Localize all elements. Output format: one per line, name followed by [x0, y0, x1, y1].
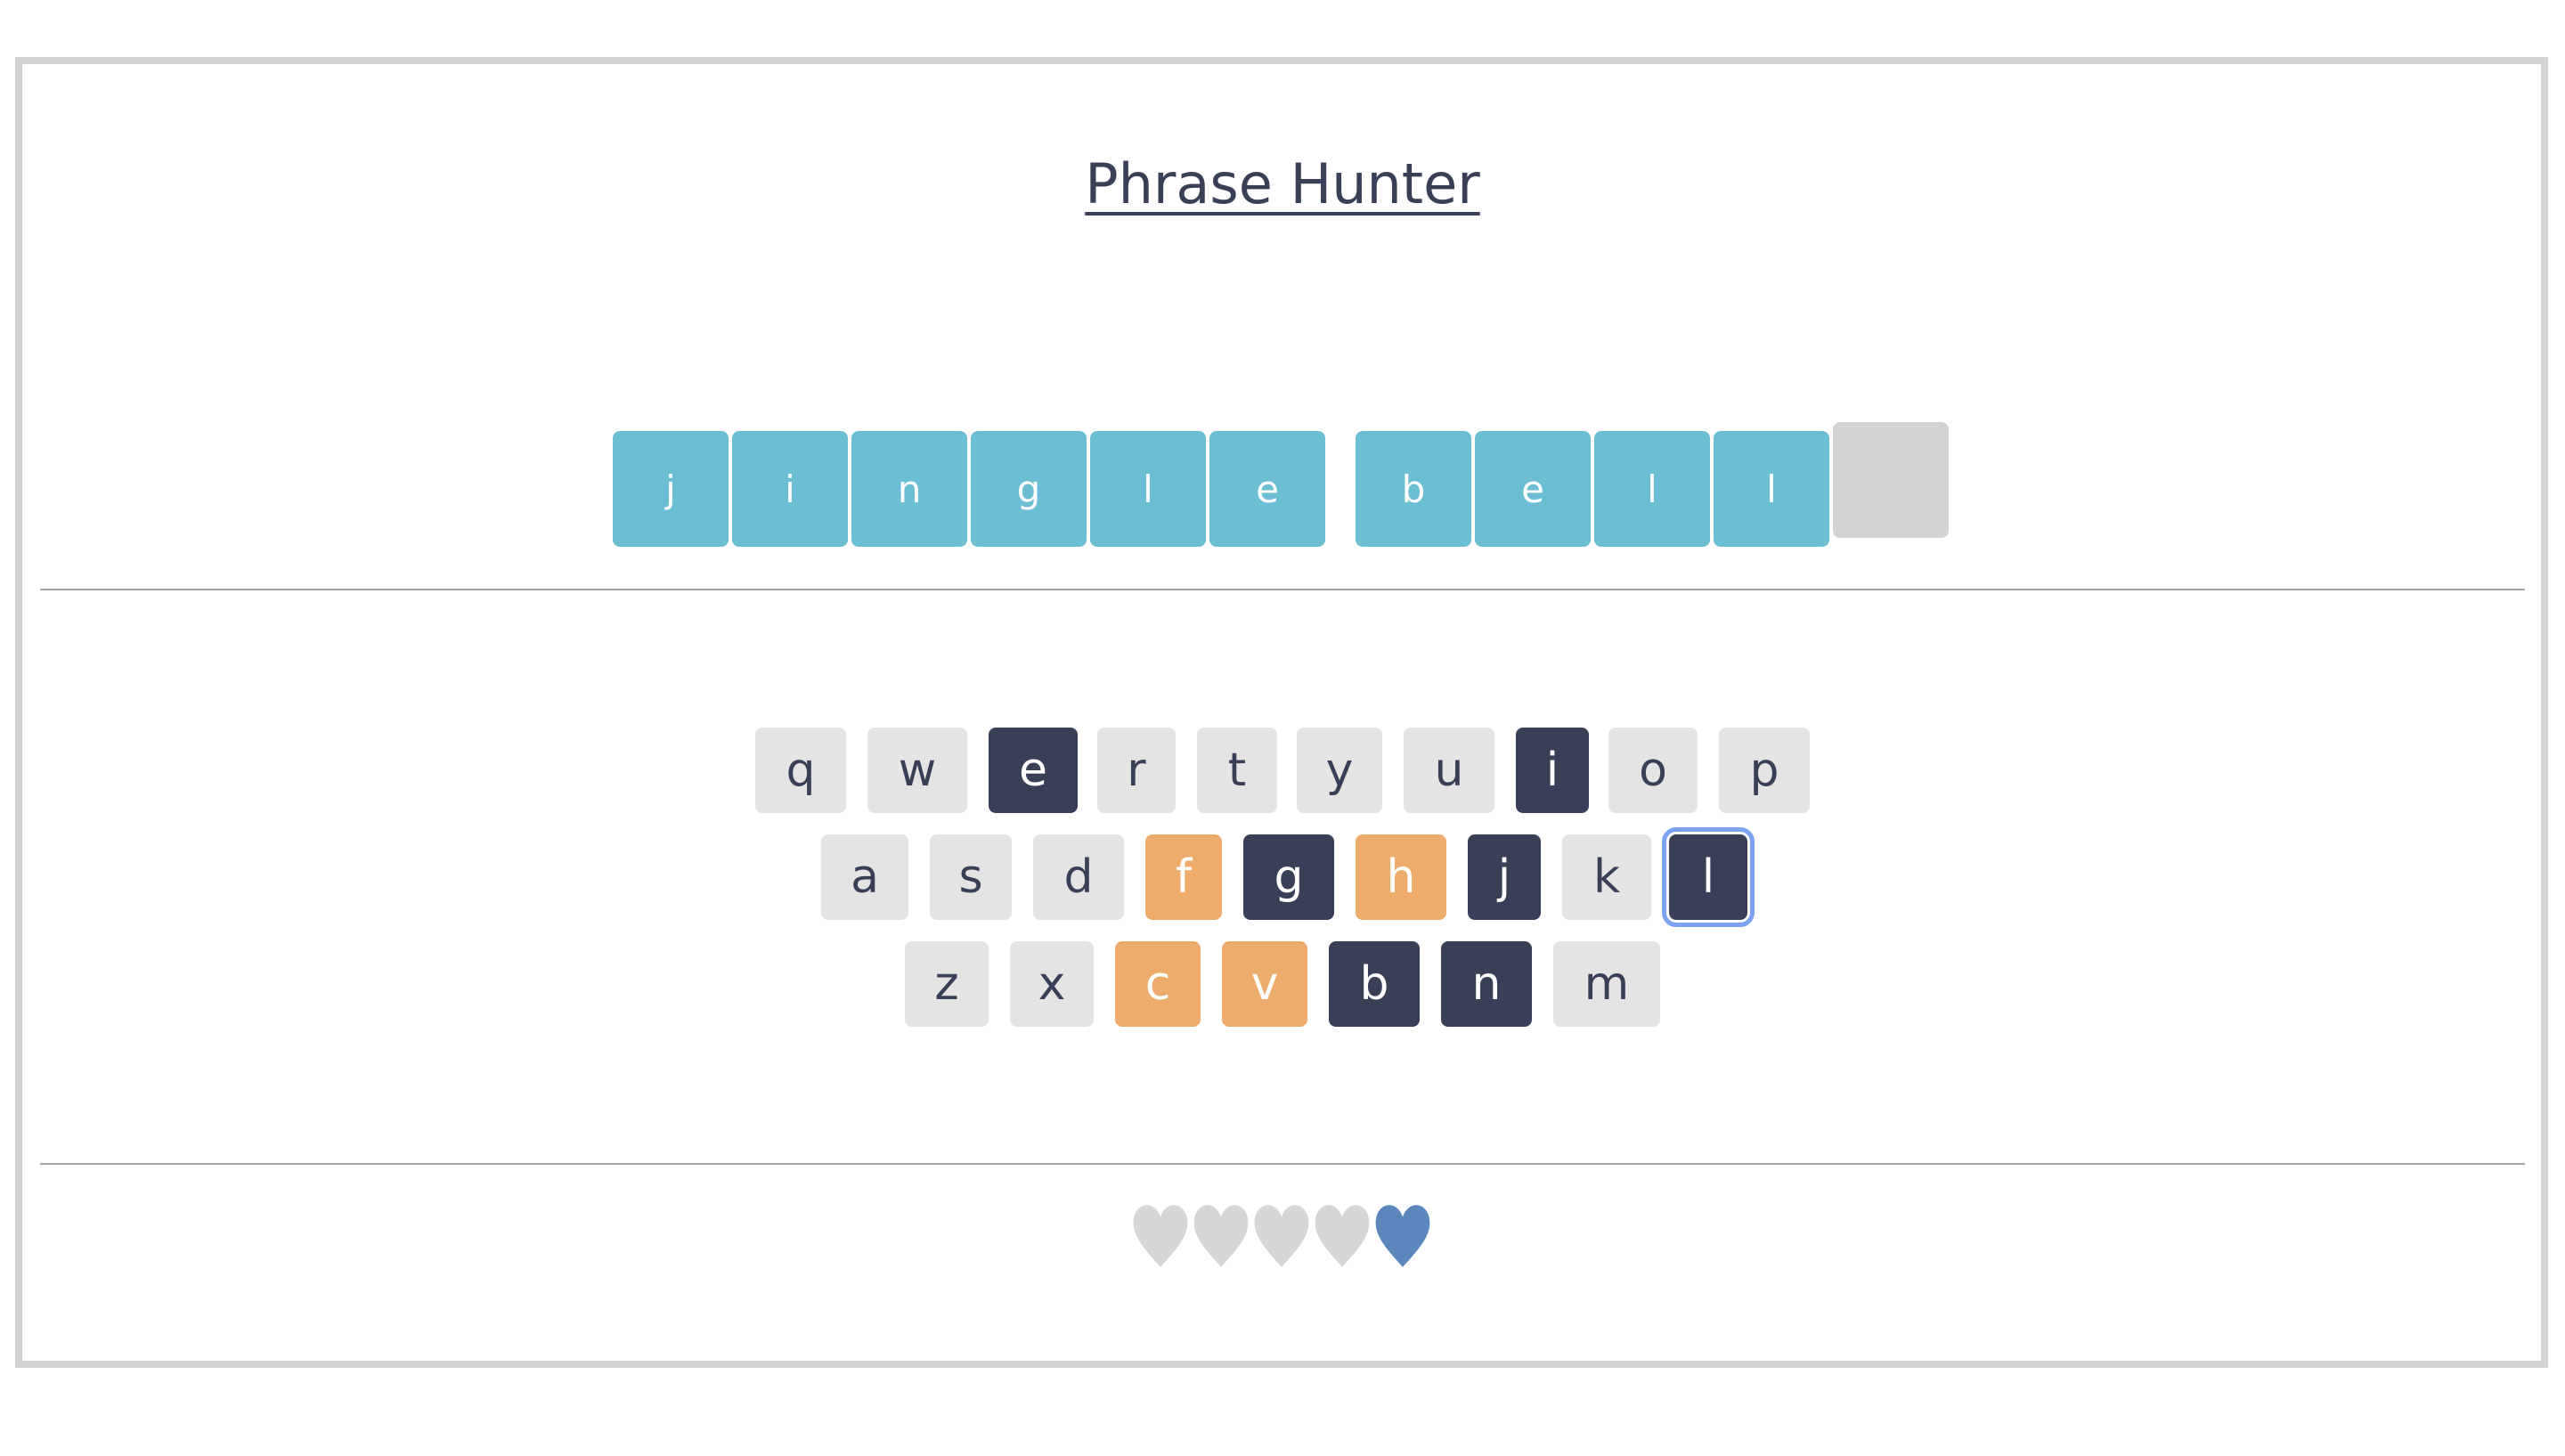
heart-lost-icon: [1313, 1202, 1372, 1270]
key-g[interactable]: g: [1243, 834, 1334, 920]
key-k[interactable]: k: [1562, 834, 1651, 920]
key-i[interactable]: i: [1516, 728, 1589, 813]
key-c[interactable]: c: [1115, 941, 1201, 1027]
key-p[interactable]: p: [1719, 728, 1810, 813]
key-e[interactable]: e: [989, 728, 1078, 813]
phrase-letter: l: [1714, 431, 1829, 547]
heart-lost-icon: [1252, 1202, 1311, 1270]
phrase-letter: e: [1209, 431, 1325, 547]
phrase-letter: j: [613, 431, 729, 547]
phrase-letter: e: [1475, 431, 1591, 547]
phrase-letter: i: [732, 431, 848, 547]
key-r[interactable]: r: [1097, 728, 1176, 813]
key-w[interactable]: w: [867, 728, 967, 813]
key-s[interactable]: s: [930, 834, 1012, 920]
key-b[interactable]: b: [1329, 941, 1420, 1027]
phrase-letter: l: [1594, 431, 1710, 547]
phrase-letter: b: [1356, 431, 1471, 547]
heart-live-icon: [1373, 1202, 1432, 1270]
key-j[interactable]: j: [1468, 834, 1541, 920]
key-y[interactable]: y: [1297, 728, 1382, 813]
heart-lost-icon: [1192, 1202, 1250, 1270]
phrase-letter: g: [971, 431, 1087, 547]
key-a[interactable]: a: [821, 834, 908, 920]
key-o[interactable]: o: [1608, 728, 1698, 813]
heart-lost-icon: [1131, 1202, 1190, 1270]
key-z[interactable]: z: [905, 941, 989, 1027]
key-x[interactable]: x: [1010, 941, 1094, 1027]
key-n[interactable]: n: [1441, 941, 1532, 1027]
game-frame: [15, 57, 2548, 1368]
key-h[interactable]: h: [1356, 834, 1446, 920]
key-u[interactable]: u: [1404, 728, 1494, 813]
phrase-letter-hidden: [1833, 422, 1949, 538]
key-l[interactable]: l: [1662, 827, 1755, 927]
phrase-letter: n: [851, 431, 967, 547]
page-title: Phrase Hunter: [1085, 151, 1480, 216]
phrase-letter: l: [1090, 431, 1206, 547]
key-f[interactable]: f: [1145, 834, 1222, 920]
key-m[interactable]: m: [1553, 941, 1660, 1027]
key-t[interactable]: t: [1197, 728, 1277, 813]
top-divider: [40, 589, 2525, 590]
key-q[interactable]: q: [755, 728, 846, 813]
key-v[interactable]: v: [1222, 941, 1307, 1027]
key-d[interactable]: d: [1033, 834, 1124, 920]
bottom-divider: [40, 1163, 2525, 1165]
